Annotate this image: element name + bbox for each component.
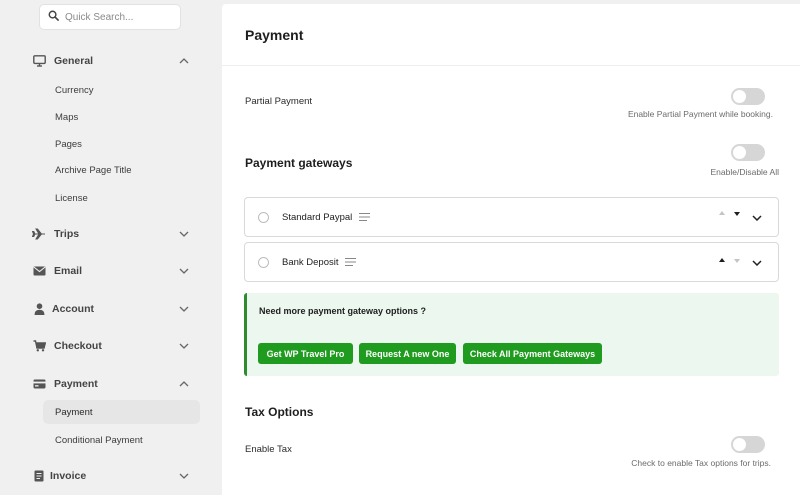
sidebar-group-label: Account [52, 303, 94, 315]
sidebar-item-pages[interactable]: Pages [43, 132, 200, 156]
chevron-down-icon[interactable] [178, 470, 190, 482]
chevron-up-icon[interactable] [178, 55, 190, 67]
get-wp-travel-pro-button[interactable]: Get WP Travel Pro [258, 343, 353, 364]
sidebar-item-conditional-payment[interactable]: Conditional Payment [43, 428, 200, 452]
reorder-arrows[interactable] [719, 210, 743, 220]
request-new-gateway-button[interactable]: Request A new One [359, 343, 456, 364]
sidebar-item-maps[interactable]: Maps [43, 105, 200, 129]
partial-payment-toggle[interactable] [731, 88, 765, 105]
sidebar-group-checkout[interactable]: Checkout [0, 335, 222, 357]
sidebar-group-label: Email [54, 265, 83, 277]
enable-tax-help: Check to enable Tax options for trips. [631, 458, 771, 468]
sidebar-item-archive-page-title[interactable]: Archive Page Title [43, 158, 200, 182]
move-up-down-icon [719, 258, 740, 263]
gateway-name: Bank Deposit [282, 257, 339, 268]
drag-handle-icon[interactable] [345, 257, 356, 267]
monitor-icon [32, 54, 46, 68]
chevron-down-icon[interactable] [178, 340, 190, 352]
gateways-toggle-all[interactable] [731, 144, 765, 161]
toggle-knob [733, 146, 746, 159]
search-icon [48, 10, 59, 24]
main-panel: Payment Partial Payment Enable Partial P… [222, 4, 800, 495]
chevron-up-icon[interactable] [178, 378, 190, 390]
chevron-down-icon[interactable] [178, 228, 190, 240]
notice-text: Need more payment gateway options ? [259, 306, 427, 316]
gateway-radio[interactable] [258, 212, 269, 223]
chevron-down-icon[interactable] [752, 258, 764, 270]
sidebar-item-license[interactable]: License [43, 186, 200, 210]
payment-gateways-title: Payment gateways [245, 156, 353, 170]
cart-icon [32, 339, 46, 353]
gateway-item-standard-paypal[interactable]: Standard Paypal [244, 197, 779, 237]
sidebar-item-payment[interactable]: Payment [43, 400, 200, 424]
search-input[interactable] [65, 11, 170, 23]
tax-options-title: Tax Options [245, 405, 314, 419]
gateway-radio[interactable] [258, 257, 269, 268]
gateways-toggle-help: Enable/Disable All [710, 167, 779, 177]
enable-tax-label: Enable Tax [245, 444, 292, 455]
enable-tax-toggle[interactable] [731, 436, 765, 453]
sidebar-group-label: General [54, 55, 94, 67]
credit-card-icon [32, 377, 46, 391]
partial-payment-help: Enable Partial Payment while booking. [627, 109, 773, 119]
check-all-gateways-button[interactable]: Check All Payment Gateways [463, 343, 602, 364]
partial-payment-label: Partial Payment [245, 96, 313, 107]
sidebar-group-invoice[interactable]: Invoice [0, 465, 222, 487]
toggle-knob [733, 438, 746, 451]
sidebar-group-label: Payment [54, 378, 98, 390]
page-header: Payment [222, 4, 800, 66]
gateway-item-bank-deposit[interactable]: Bank Deposit [244, 242, 779, 282]
move-up-down-icon [719, 211, 740, 216]
drag-handle-icon[interactable] [359, 212, 370, 222]
sidebar: General Currency Maps Pages Archive Page… [0, 0, 222, 495]
app: General Currency Maps Pages Archive Page… [0, 0, 800, 495]
chevron-down-icon[interactable] [752, 213, 764, 225]
sidebar-group-label: Trips [54, 228, 80, 240]
sidebar-item-currency[interactable]: Currency [43, 78, 200, 102]
chevron-down-icon[interactable] [178, 303, 190, 315]
envelope-icon [32, 264, 46, 278]
chevron-down-icon[interactable] [178, 265, 190, 277]
plane-icon [32, 227, 46, 241]
sidebar-group-label: Invoice [50, 470, 87, 482]
invoice-icon [32, 469, 46, 483]
more-gateways-notice: Need more payment gateway options ? Get … [244, 293, 779, 376]
sidebar-group-account[interactable]: Account [0, 298, 222, 320]
toggle-knob [733, 90, 746, 103]
sidebar-group-label: Checkout [54, 340, 102, 352]
sidebar-group-email[interactable]: Email [0, 260, 222, 282]
search-box[interactable] [39, 4, 181, 30]
page-title: Payment [245, 26, 304, 43]
sidebar-group-general[interactable]: General [0, 50, 222, 72]
user-icon [32, 302, 46, 316]
sidebar-group-trips[interactable]: Trips [0, 223, 222, 245]
sidebar-group-payment[interactable]: Payment [0, 373, 222, 395]
gateway-name: Standard Paypal [282, 212, 353, 223]
reorder-arrows[interactable] [719, 255, 743, 265]
